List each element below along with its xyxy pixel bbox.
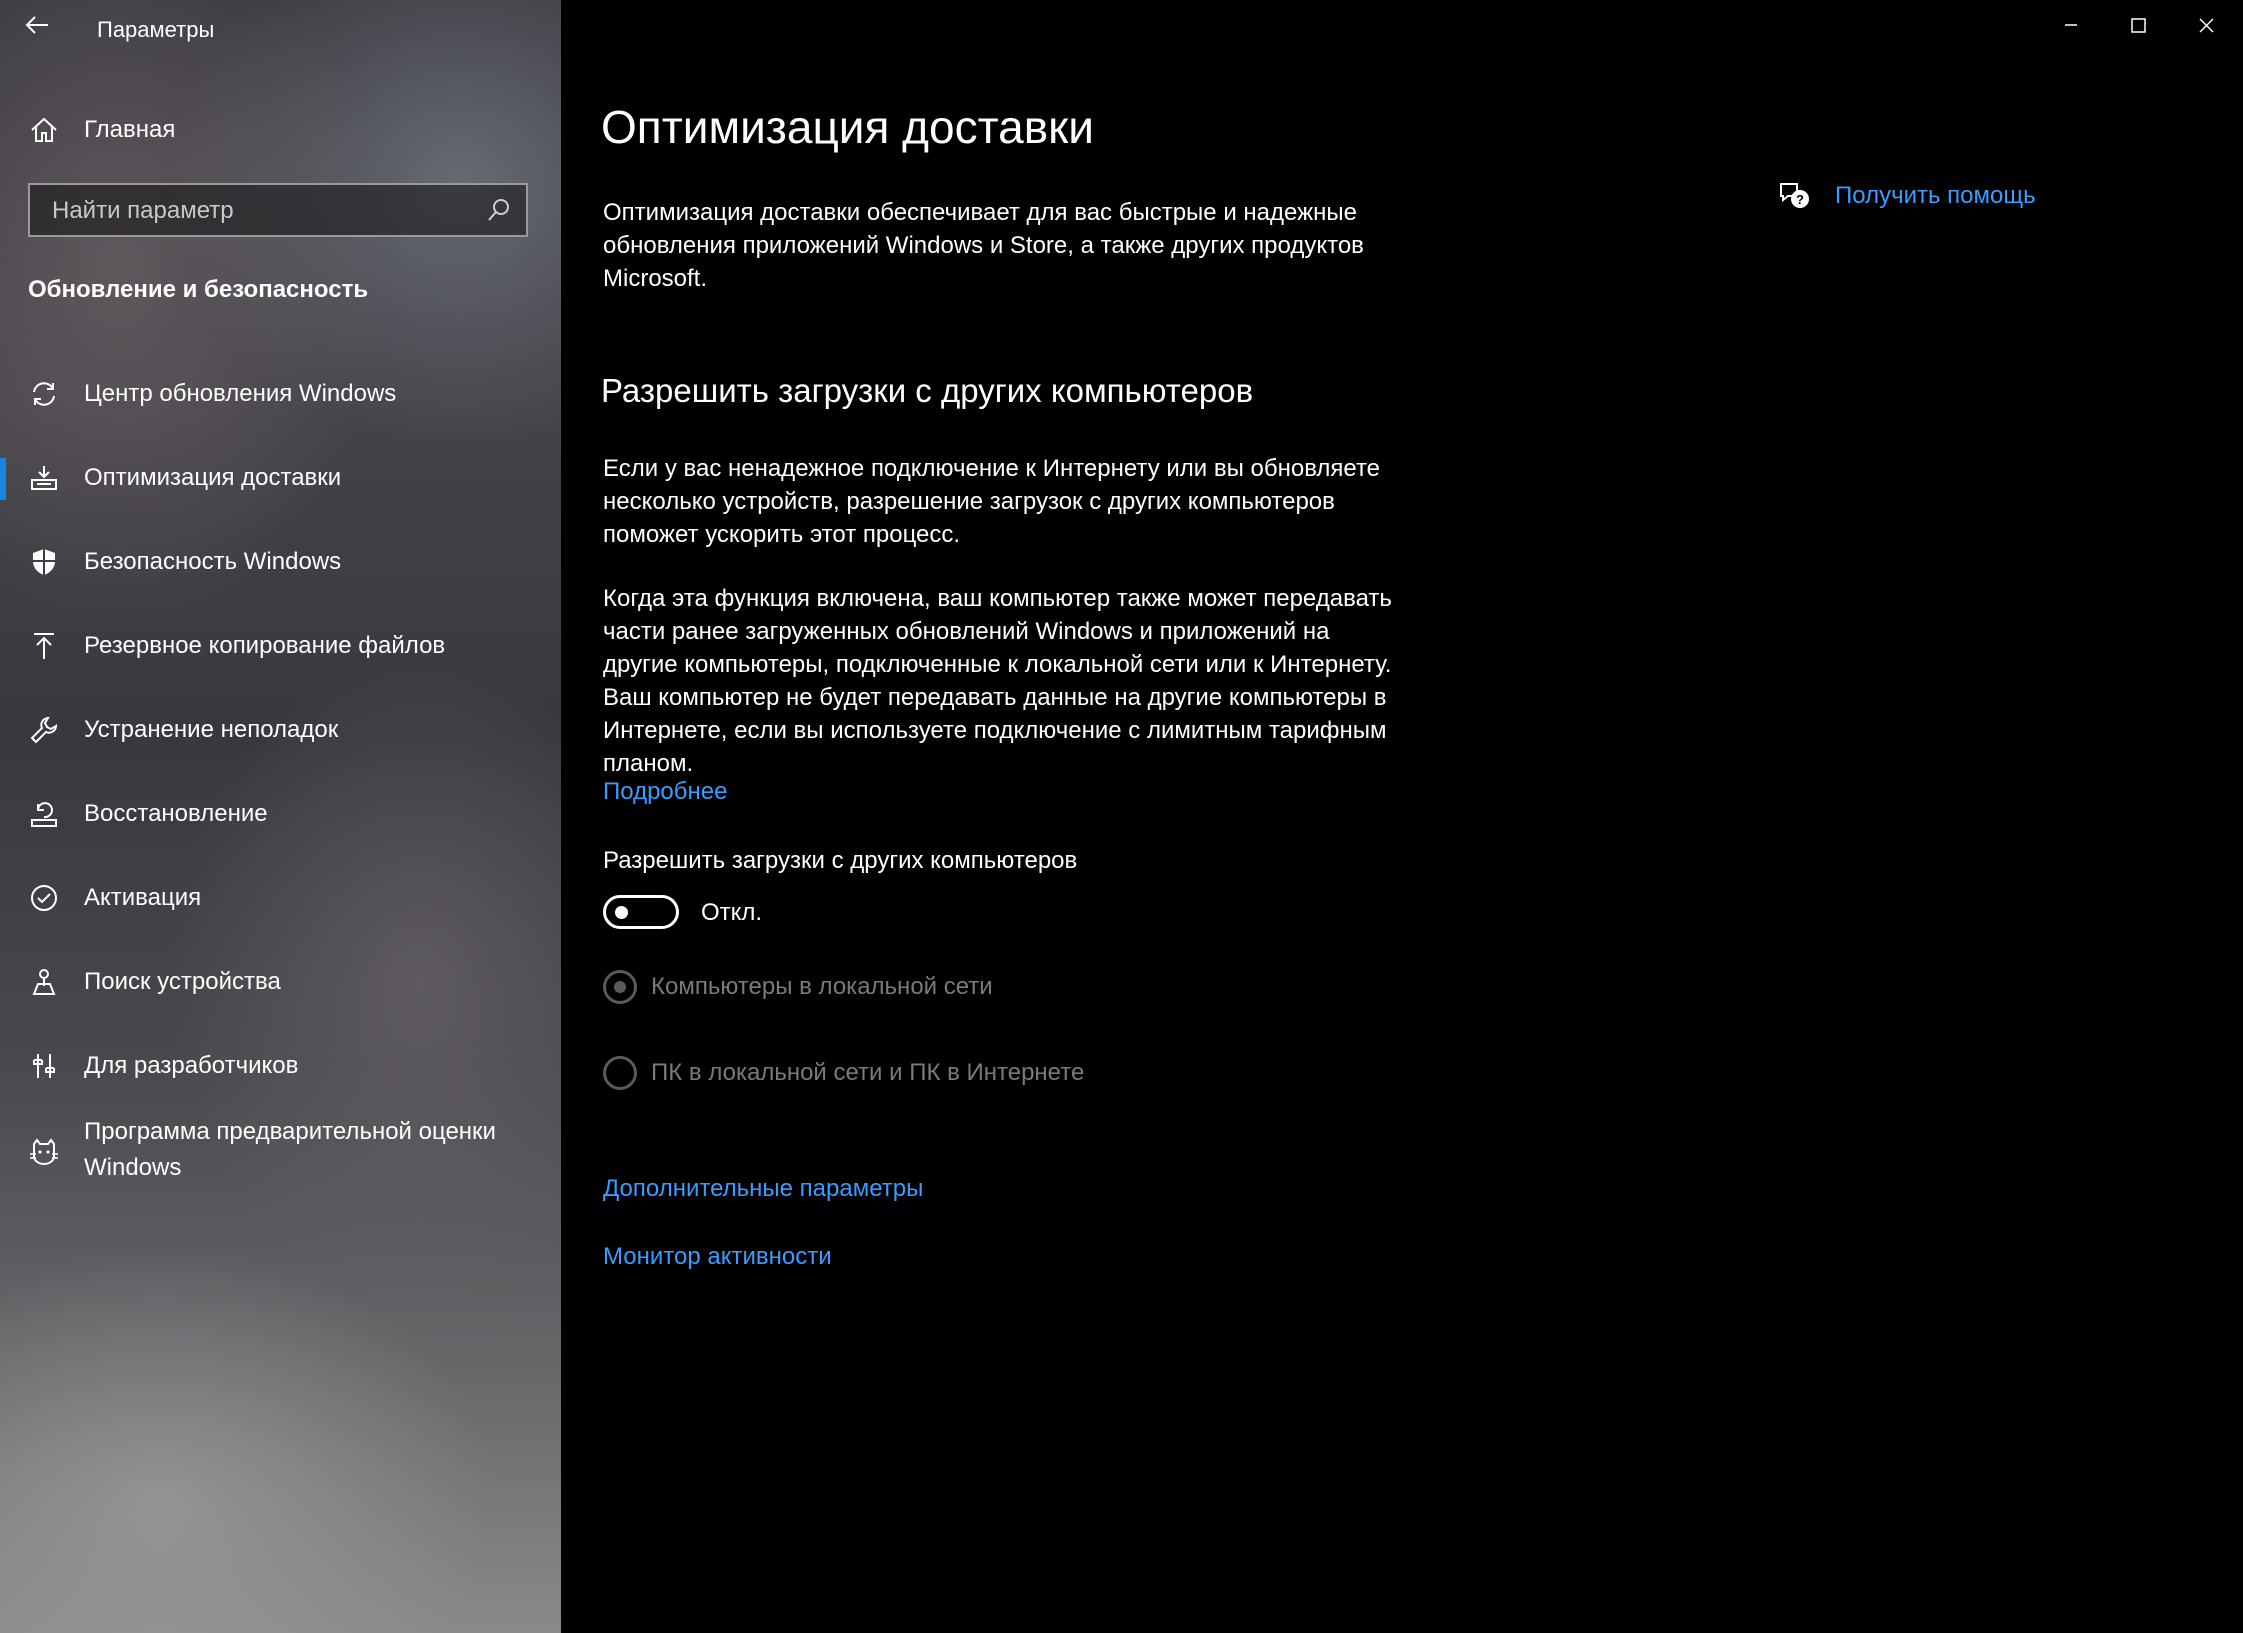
check-circle-icon — [31, 885, 57, 911]
section-heading: Разрешить загрузки с других компьютеров — [601, 372, 1254, 409]
sidebar-item-label: Для разработчиков — [84, 1052, 299, 1079]
title-bar: Параметры — [0, 0, 561, 60]
sidebar-item-delivery-optimization[interactable]: Оптимизация доставки — [0, 458, 561, 502]
search-icon[interactable] — [486, 197, 512, 223]
sidebar-item-recovery[interactable]: Восстановление — [0, 794, 561, 838]
sidebar-item-windows-update[interactable]: Центр обновления Windows — [0, 374, 561, 418]
sidebar-item-developers[interactable]: Для разработчиков — [0, 1046, 561, 1090]
main-content: Оптимизация доставки Оптимизация доставк… — [561, 0, 2243, 1633]
insider-cat-icon — [30, 1138, 58, 1166]
search-input[interactable] — [50, 185, 484, 237]
sidebar-item-label: Главная — [84, 116, 176, 143]
intro-text: Оптимизация доставки обеспечивает для ва… — [603, 199, 1364, 292]
learn-more-link[interactable]: Подробнее — [603, 778, 727, 806]
sidebar: Параметры Главная Обновление и безопасно… — [0, 0, 561, 1633]
sidebar-item-label-line2: Windows — [84, 1154, 182, 1181]
description-paragraph-2: Когда эта функция включена, ваш компьюте… — [603, 585, 1392, 777]
close-button[interactable] — [2172, 0, 2240, 50]
activity-monitor-link[interactable]: Монитор активности — [603, 1243, 832, 1271]
sidebar-item-troubleshoot[interactable]: Устранение неполадок — [0, 710, 561, 754]
back-button[interactable] — [22, 10, 52, 40]
backup-arrow-up-icon — [34, 633, 54, 659]
developer-tools-icon — [33, 1054, 55, 1078]
advanced-options-link[interactable]: Дополнительные параметры — [603, 1175, 923, 1203]
maximize-icon — [2131, 18, 2146, 33]
toggle-knob — [615, 906, 628, 919]
toggle-label: Разрешить загрузки с других компьютеров — [603, 847, 1078, 874]
sidebar-item-label: Центр обновления Windows — [84, 380, 397, 407]
sidebar-item-label: Поиск устройства — [84, 968, 281, 995]
close-icon — [2199, 18, 2214, 33]
sync-icon — [33, 382, 55, 406]
sidebar-item-windows-security[interactable]: Безопасность Windows — [0, 542, 561, 586]
sidebar-item-label: Восстановление — [84, 800, 268, 827]
delivery-optimization-icon — [31, 466, 57, 490]
sidebar-item-insider[interactable]: Программа предварительной оценки Windows — [0, 1114, 561, 1192]
page-title: Оптимизация доставки — [601, 101, 1094, 153]
sidebar-item-activation[interactable]: Активация — [0, 878, 561, 922]
search-box — [28, 183, 528, 237]
minimize-icon — [2065, 24, 2077, 26]
sidebar-item-label: Резервное копирование файлов — [84, 632, 446, 659]
description-paragraph-1: Если у вас ненадежное подключение к Инте… — [603, 455, 1381, 548]
radio-label-local-and-internet: ПК в локальной сети и ПК в Интернете — [651, 1059, 1085, 1086]
minimize-button[interactable] — [2036, 0, 2104, 50]
back-arrow-icon — [25, 16, 48, 34]
recovery-icon — [31, 802, 57, 827]
get-help-link[interactable]: Получить помощь — [1835, 182, 2036, 210]
maximize-button[interactable] — [2104, 0, 2172, 50]
radio-selected-dot — [614, 981, 626, 993]
sidebar-item-label: Активация — [84, 884, 202, 911]
home-icon — [31, 117, 57, 142]
sidebar-item-find-device[interactable]: Поиск устройства — [0, 962, 561, 1006]
radio-label-local-network: Компьютеры в локальной сети — [651, 973, 993, 1000]
wrench-icon — [30, 716, 58, 744]
toggle-state: Откл. — [701, 899, 763, 926]
help-chat-icon[interactable]: ? — [1777, 178, 1811, 212]
sidebar-item-home[interactable]: Главная — [0, 108, 561, 152]
sidebar-item-label: Устранение неполадок — [84, 716, 339, 743]
radio-local-and-internet[interactable] — [603, 1056, 637, 1090]
find-device-icon — [32, 969, 56, 995]
shield-icon — [33, 549, 55, 575]
sidebar-item-label: Оптимизация доставки — [84, 464, 342, 491]
radio-local-network[interactable] — [603, 970, 637, 1004]
svg-text:?: ? — [1796, 192, 1804, 207]
app-title: Параметры — [97, 17, 215, 42]
sidebar-item-backup[interactable]: Резервное копирование файлов — [0, 626, 561, 670]
section-title: Обновление и безопасность — [28, 276, 369, 303]
sidebar-item-label: Безопасность Windows — [84, 548, 342, 575]
sidebar-item-label: Программа предварительной оценки — [84, 1118, 496, 1145]
allow-downloads-toggle[interactable] — [603, 895, 679, 929]
